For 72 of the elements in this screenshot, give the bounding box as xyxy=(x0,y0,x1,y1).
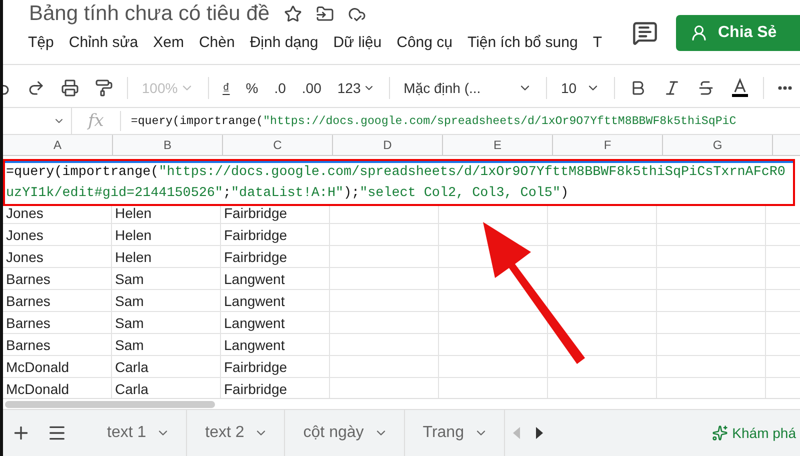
menu-item[interactable]: T xyxy=(592,34,610,50)
table-cell: Sam xyxy=(112,312,221,333)
menu-item[interactable]: Dữ liệu xyxy=(333,34,390,50)
table-cell: Helen xyxy=(112,224,221,245)
table-cell: Jones xyxy=(3,224,112,245)
percent-button[interactable]: % xyxy=(238,73,266,103)
redo-icon xyxy=(27,79,45,97)
menu-item[interactable]: Định dạng xyxy=(250,34,326,50)
table-cell: Fairbridge xyxy=(221,246,330,267)
column-header[interactable]: B xyxy=(113,135,223,155)
sheet-tab[interactable]: text 1 xyxy=(89,410,188,456)
scrollbar-thumb[interactable] xyxy=(5,400,215,408)
more-icon xyxy=(778,86,792,90)
table-cell: Langwent xyxy=(221,334,330,355)
table-cell: Helen xyxy=(112,246,221,267)
column-header[interactable]: C xyxy=(223,135,333,155)
menu-item[interactable]: Tiện ích bổ sung xyxy=(467,34,586,50)
sheet-tab[interactable]: text 2 xyxy=(187,410,286,456)
table-cell: Sam xyxy=(112,334,221,355)
table-cell: Barnes xyxy=(3,312,112,333)
table-cell: McDonald xyxy=(3,356,112,377)
chevron-left-icon xyxy=(512,427,520,439)
number-format-dropdown[interactable]: 123 xyxy=(329,73,383,103)
font-size-dropdown[interactable]: 10 xyxy=(552,73,608,103)
currency-button[interactable]: ₫ xyxy=(214,73,238,103)
star-icon[interactable] xyxy=(284,5,302,23)
table-cell: Carla xyxy=(112,356,221,377)
sheet-tab[interactable]: Trang xyxy=(404,410,505,456)
person-icon xyxy=(690,24,708,42)
chevron-right-icon xyxy=(536,427,543,439)
increase-decimal-button[interactable]: .00 xyxy=(294,73,330,103)
fx-label: fx xyxy=(72,111,121,131)
cell-editor[interactable]: =query(importrange("https://docs.google.com/spreadsheets/d/1xOr9O7YfttM8BBWF8k5thiSqPiCsTxrnAFcR0uzYI1k/edit#gid=2144150526";"dataList!A:H");"select Col2, Col3, Col5") xyxy=(3,159,795,206)
sheet-tab[interactable]: cột ngày xyxy=(285,410,405,456)
menu-item[interactable]: Công cụ xyxy=(396,34,460,50)
column-header[interactable]: F xyxy=(553,135,663,155)
share-button[interactable]: Chia Sẻ xyxy=(676,15,800,51)
table-cell: Sam xyxy=(112,290,221,311)
table-cell: Jones xyxy=(3,246,112,267)
column-header[interactable]: A xyxy=(3,135,113,155)
paint-roller-icon xyxy=(95,79,113,97)
decrease-decimal-button[interactable]: .0 xyxy=(266,73,294,103)
column-header[interactable]: G xyxy=(663,135,773,155)
table-cell: Barnes xyxy=(3,268,112,289)
table-cell: Barnes xyxy=(3,290,112,311)
document-title[interactable]: Bảng tính chưa có tiêu đề xyxy=(29,2,270,26)
menu-item[interactable]: Xem xyxy=(153,34,192,50)
table-cell: Fairbridge xyxy=(221,224,330,245)
column-header[interactable]: D xyxy=(333,135,443,155)
table-cell: Fairbridge xyxy=(221,356,330,377)
table-cell: Langwent xyxy=(221,312,330,333)
formula-input[interactable]: =query(importrange("https://docs.google.com/spreadsheets/d/1xOr9O7YfttM8BBWF8k5thiSqPiC xyxy=(120,114,800,128)
table-cell: Barnes xyxy=(3,334,112,355)
text-color-icon xyxy=(731,78,750,98)
table-cell: Fairbridge xyxy=(221,378,330,398)
font-dropdown[interactable]: Mặc định (... xyxy=(396,73,540,103)
explore-button[interactable]: Khám phá xyxy=(706,424,800,442)
column-header[interactable]: E xyxy=(443,135,553,155)
printer-icon xyxy=(61,79,79,97)
table-cell: Carla xyxy=(112,378,221,398)
table-cell: McDonald xyxy=(3,378,112,398)
menu-item[interactable]: Chỉnh sửa xyxy=(68,34,146,50)
sparkle-icon xyxy=(712,425,728,441)
table-cell: Langwent xyxy=(221,290,330,311)
menu-item[interactable]: Tệp xyxy=(28,34,62,50)
cloud-check-icon xyxy=(348,5,366,23)
strikethrough-icon xyxy=(697,79,716,97)
menu-item[interactable]: Chèn xyxy=(198,34,243,50)
comment-icon[interactable] xyxy=(632,20,658,46)
table-cell: Sam xyxy=(112,268,221,289)
table-cell: Langwent xyxy=(221,268,330,289)
folder-move-icon[interactable] xyxy=(316,5,334,23)
